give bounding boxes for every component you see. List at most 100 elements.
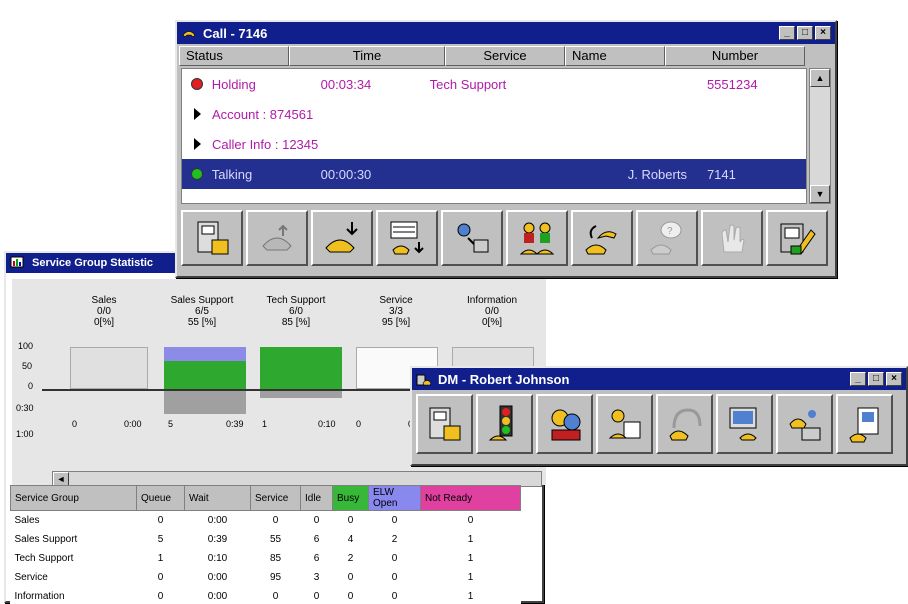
table-cell: 5 bbox=[157, 533, 164, 545]
col-name[interactable]: Name bbox=[565, 46, 665, 66]
col-service-group[interactable]: Service Group bbox=[10, 485, 137, 511]
close-button[interactable]: × bbox=[815, 26, 831, 40]
service-queue-value: 0 bbox=[356, 419, 362, 429]
agent-route-button[interactable] bbox=[441, 210, 503, 266]
service-group-name: Service bbox=[14, 571, 48, 583]
table-cell: 1 bbox=[467, 533, 474, 545]
call-list-scrollbar[interactable]: ▲ ▼ bbox=[809, 68, 831, 204]
agent-transfer-button[interactable] bbox=[596, 394, 653, 454]
group-label-sales: Sales 0/0 0[%] bbox=[91, 295, 117, 328]
workstation-button[interactable] bbox=[716, 394, 773, 454]
call-name: J. Roberts bbox=[627, 166, 687, 182]
table-row[interactable]: Service 0 0:00 95 3 0 0 1 bbox=[11, 568, 521, 587]
agent-route-icon bbox=[457, 223, 489, 253]
table-row[interactable]: Information 0 0:00 0 0 0 0 1 bbox=[11, 587, 521, 604]
traffic-light-button[interactable] bbox=[476, 394, 533, 454]
table-cell: 0 bbox=[272, 514, 279, 526]
col-queue[interactable]: Queue bbox=[136, 485, 185, 511]
call-forward-icon bbox=[585, 225, 617, 255]
table-row[interactable]: Tech Support 1 0:10 85 6 2 0 1 bbox=[11, 549, 521, 568]
call-status: Holding bbox=[211, 76, 256, 92]
maximize-button[interactable]: □ bbox=[868, 372, 884, 386]
col-status[interactable]: Status bbox=[179, 46, 289, 66]
directory-icon bbox=[848, 407, 878, 443]
key-phone-button[interactable] bbox=[776, 394, 833, 454]
conference-button[interactable] bbox=[506, 210, 568, 266]
scroll-up-arrow[interactable]: ▲ bbox=[810, 69, 830, 87]
scroll-down-arrow[interactable]: ▼ bbox=[810, 185, 830, 203]
hang-up-icon bbox=[262, 224, 292, 251]
headset-button[interactable] bbox=[656, 394, 713, 454]
tech-support-queue-value: 1 bbox=[262, 419, 268, 429]
transfer-queue-button[interactable] bbox=[376, 210, 438, 266]
notepad-button[interactable] bbox=[766, 210, 828, 266]
call-list-header: Status Time Service Name Number bbox=[179, 46, 833, 66]
conference-icon bbox=[519, 222, 555, 255]
help-call-icon: ? bbox=[650, 221, 682, 255]
scroll-left-arrow[interactable]: ◄ bbox=[53, 472, 69, 486]
col-time[interactable]: Time bbox=[289, 46, 445, 66]
service-group-name: Sales Support bbox=[14, 533, 78, 545]
table-row[interactable]: Sales 0 0:00 0 0 0 0 0 bbox=[11, 511, 521, 530]
col-wait[interactable]: Wait bbox=[184, 485, 251, 511]
red-status-icon bbox=[190, 78, 203, 90]
hand-button[interactable] bbox=[701, 210, 763, 266]
agents-button[interactable] bbox=[536, 394, 593, 454]
directory-button[interactable] bbox=[836, 394, 893, 454]
service-group-name: Tech Support bbox=[14, 552, 74, 564]
expand-arrow-icon[interactable] bbox=[193, 138, 201, 150]
traffic-light-icon bbox=[488, 405, 512, 441]
table-cell: 0 bbox=[391, 552, 398, 564]
table-cell: 0 bbox=[157, 590, 164, 602]
minimize-button[interactable]: _ bbox=[779, 26, 795, 40]
minimize-button[interactable]: _ bbox=[850, 372, 866, 386]
table-header-row: Service Group Queue Wait Service Idle Bu… bbox=[10, 485, 521, 511]
call-window: Call - 7146 _ □ × Status Time Service Na… bbox=[175, 20, 837, 278]
key-phone-icon bbox=[788, 410, 820, 441]
maximize-button[interactable]: □ bbox=[797, 26, 813, 40]
table-cell: 2 bbox=[391, 533, 398, 545]
table-row[interactable]: Sales Support 5 0:39 55 6 4 2 1 bbox=[11, 530, 521, 549]
hang-up-button[interactable] bbox=[246, 210, 308, 266]
stats-app-icon bbox=[10, 256, 26, 270]
col-elw-open[interactable]: ELW Open bbox=[368, 485, 421, 511]
table-cell: 0 bbox=[391, 514, 398, 526]
col-service[interactable]: Service bbox=[250, 485, 301, 511]
answer-button[interactable] bbox=[311, 210, 373, 266]
group-label-information: Information 0/0 0[%] bbox=[466, 295, 518, 328]
sales-support-queue-value: 5 bbox=[168, 419, 174, 429]
svg-text:?: ? bbox=[667, 226, 673, 237]
call-toolbar: ? bbox=[181, 210, 828, 266]
call-list: Holding 00:03:34 Tech Support 5551234 Ac… bbox=[181, 68, 807, 204]
col-number[interactable]: Number bbox=[665, 46, 805, 66]
sales-support-wait-value: 0:39 bbox=[226, 419, 244, 429]
phone-console-icon bbox=[429, 407, 460, 441]
y-tick-1-00: 1:00 bbox=[16, 429, 34, 439]
col-idle[interactable]: Idle bbox=[300, 485, 333, 511]
col-service[interactable]: Service bbox=[445, 46, 565, 66]
dm-titlebar[interactable]: DM - Robert Johnson _ □ × bbox=[412, 368, 906, 390]
call-row-holding[interactable]: Holding 00:03:34 Tech Support 5551234 bbox=[182, 69, 806, 99]
col-busy[interactable]: Busy bbox=[332, 485, 369, 511]
table-cell: 2 bbox=[347, 552, 354, 564]
service-group-name: Information bbox=[14, 590, 65, 602]
service-group-table: Service Group Queue Wait Service Idle Bu… bbox=[10, 485, 521, 604]
call-forward-button[interactable] bbox=[571, 210, 633, 266]
call-row-talking[interactable]: Talking 00:00:30 J. Roberts 7141 bbox=[182, 159, 806, 189]
table-cell: 0 bbox=[313, 514, 320, 526]
help-call-button[interactable]: ? bbox=[636, 210, 698, 266]
expand-arrow-icon[interactable] bbox=[193, 108, 201, 120]
call-row-caller-info[interactable]: Caller Info : 12345 bbox=[182, 129, 806, 159]
call-titlebar[interactable]: Call - 7146 _ □ × bbox=[177, 22, 835, 44]
y-tick-100: 100 bbox=[18, 341, 34, 351]
close-button[interactable]: × bbox=[886, 372, 902, 386]
agent-transfer-icon bbox=[608, 409, 640, 439]
call-row-account[interactable]: Account : 874561 bbox=[182, 99, 806, 129]
col-not-ready[interactable]: Not Ready bbox=[420, 485, 521, 511]
phone-console-button[interactable] bbox=[181, 210, 243, 266]
bar-sales bbox=[70, 347, 148, 389]
dm-phone-console-button[interactable] bbox=[416, 394, 473, 454]
hand-icon bbox=[721, 224, 745, 253]
answer-icon bbox=[325, 222, 358, 253]
table-cell: 1 bbox=[467, 552, 474, 564]
